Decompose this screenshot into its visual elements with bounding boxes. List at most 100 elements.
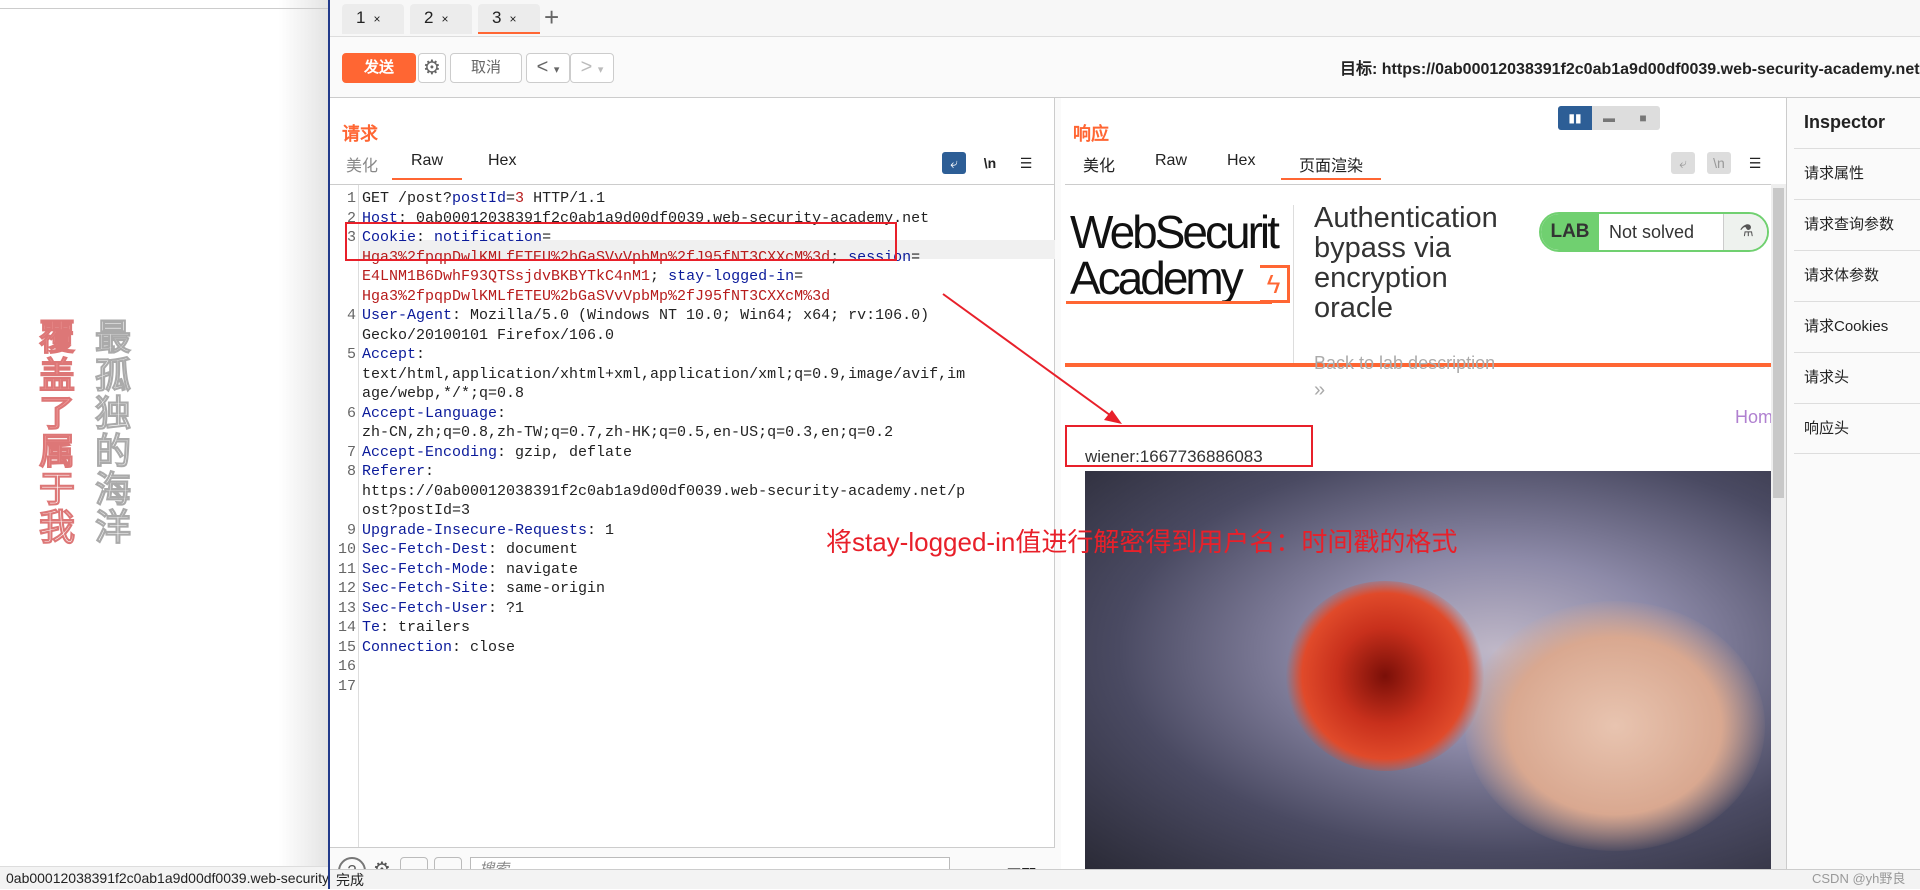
wallpaper-text-red: 覆盖了属: [34, 318, 76, 471]
back-to-lab-link[interactable]: Back to lab description: [1314, 353, 1495, 374]
line-number: 8: [346, 463, 356, 480]
request-title: 请求: [342, 124, 378, 144]
layout-side-by-side-icon[interactable]: ▮▮: [1558, 106, 1592, 130]
line-content: E4LNM1B6DwhF93QTSsjdvBKBYTkC4nM1; stay-l…: [362, 267, 803, 287]
line-number: 17: [337, 677, 356, 695]
close-icon[interactable]: ×: [373, 12, 380, 26]
desktop-background: 覆盖了属于我 最孤独的海洋 0ab00012038391f2c0ab1a9d00…: [0, 0, 328, 889]
line-number: 11: [337, 560, 356, 578]
tab-raw[interactable]: Raw: [1151, 152, 1191, 180]
inspector-item-request-attributes[interactable]: 请求属性: [1794, 148, 1920, 199]
lab-status: Not solved: [1609, 222, 1695, 242]
header-name: Referer: [362, 463, 426, 480]
tab-1[interactable]: 1 ×: [342, 4, 404, 34]
line-content: Accept-Language:: [362, 404, 506, 424]
tab-bar: 1 × 2 × 3 × +: [330, 0, 1920, 37]
tab-render[interactable]: 页面渲染: [1281, 152, 1382, 180]
layout-single-icon[interactable]: ■: [1626, 106, 1660, 130]
line-number: 10: [337, 541, 356, 558]
logo-underline: [1066, 301, 1272, 304]
text-token: :: [425, 463, 435, 480]
tab-3[interactable]: 3 ×: [478, 4, 540, 34]
close-icon[interactable]: ×: [509, 12, 516, 26]
line-content: GET /post?postId=3 HTTP/1.1: [362, 189, 605, 209]
home-link[interactable]: Hom: [1735, 407, 1771, 428]
header-name: Accept-Encoding: [362, 443, 498, 461]
lightning-icon: ϟ: [1260, 265, 1290, 303]
header-name: User-Agent: [362, 307, 453, 324]
menu-icon[interactable]: ☰: [1743, 152, 1767, 174]
response-title: 响应: [1073, 124, 1109, 144]
text-token: : 1: [587, 521, 615, 539]
newline-icon[interactable]: \n: [978, 152, 1002, 174]
inspector-item-cookies[interactable]: 请求Cookies: [1794, 301, 1920, 352]
dropdown-arrow-icon[interactable]: ▾: [554, 64, 560, 76]
inspector-item-body-params[interactable]: 请求体参数: [1794, 250, 1920, 301]
header-name: Accept-Language: [362, 404, 498, 422]
line-number: 4: [346, 307, 356, 324]
tab-hex[interactable]: Hex: [1223, 152, 1259, 180]
text-token: ost?postId=3: [362, 502, 471, 519]
wallpaper-text-2: 最孤独的海洋: [90, 318, 132, 547]
history-forward-button[interactable]: > ▾: [570, 53, 614, 83]
tab-2[interactable]: 2 ×: [410, 4, 472, 34]
text-token: zh-CN,zh;q=0.8,zh-TW;q=0.7,zh-HK;q=0.5,e…: [362, 424, 894, 441]
dropdown-arrow-icon[interactable]: ▾: [598, 64, 604, 76]
line-content: Sec-Fetch-Site: same-origin: [362, 579, 605, 599]
header-name: Upgrade-Insecure-Requests: [362, 521, 588, 539]
value-token: Hga3%2fpqpDwlKMLfETEU%2bGaSVvVpbMp%2fJ95…: [362, 287, 831, 305]
header-name: Sec-Fetch-Site: [362, 580, 489, 597]
header-name: Te: [362, 619, 381, 636]
tab-label: 3: [492, 8, 502, 27]
add-tab-button[interactable]: +: [544, 2, 559, 33]
response-panel: 响应 ▮▮ ▬ ■ 美化 Raw Hex 页面渲染 ⤶ \n ☰ WebSecu…: [1061, 98, 1787, 889]
close-icon[interactable]: ×: [441, 12, 448, 26]
wrap-icon[interactable]: ⤶: [1671, 152, 1695, 174]
inspector-item-query-params[interactable]: 请求查询参数: [1794, 199, 1920, 250]
divider: [0, 8, 328, 9]
value-token: 3: [515, 190, 525, 207]
lab-title: Authentication bypass via encryption ora…: [1314, 202, 1498, 324]
tab-hex[interactable]: Hex: [484, 152, 520, 180]
line-number: 9: [346, 521, 356, 539]
tab-raw[interactable]: Raw: [392, 152, 462, 180]
history-back-button[interactable]: < ▾: [526, 53, 570, 83]
tab-pretty[interactable]: 美化: [342, 152, 382, 180]
header-name: Sec-Fetch-Mode: [362, 560, 489, 578]
inspector-item-request-headers[interactable]: 请求头: [1794, 352, 1920, 403]
layout-stacked-icon[interactable]: ▬: [1592, 106, 1626, 130]
repeater-window: 1 × 2 × 3 × + 发送 ⚙ 取消 < ▾ > ▾ 目标: https://0…: [328, 0, 1920, 889]
settings-gear-icon[interactable]: ⚙: [418, 53, 446, 83]
cancel-button[interactable]: 取消: [450, 53, 522, 83]
target-url[interactable]: 目标: https://0ab00012038391f2c0ab1a9d00df…: [1340, 55, 1920, 79]
line-content: Referer:: [362, 462, 434, 482]
scrollbar-thumb[interactable]: [1773, 188, 1784, 498]
line-number: 13: [337, 599, 356, 617]
request-editor[interactable]: 1 GET /post?postId=3 HTTP/1.1 2 Host: 0ab00…: [330, 184, 1055, 848]
annotation-text: 将stay-logged-in值进行解密得到用户名：时间戳的格式: [826, 527, 1458, 557]
lab-status-badge: LAB Not solved ⚗: [1539, 212, 1769, 252]
inspector-item-response-headers[interactable]: 响应头: [1794, 403, 1920, 454]
line-content: text/html,application/xhtml+xml,applicat…: [362, 365, 965, 385]
wrap-icon[interactable]: ⤶: [942, 152, 966, 174]
line-number: 16: [337, 658, 356, 675]
text-token: GET /post?: [362, 190, 453, 207]
image-face: [1465, 601, 1765, 851]
tab-pretty[interactable]: 美化: [1079, 152, 1119, 180]
header-name: stay-logged-in: [668, 268, 795, 285]
header-name: Accept: [362, 346, 417, 363]
send-button[interactable]: 发送: [342, 53, 416, 83]
chevron-left-icon: <: [536, 56, 549, 78]
decrypted-user-text: wiener:1667736886083: [1085, 447, 1263, 466]
newline-icon[interactable]: \n: [1707, 152, 1731, 174]
request-panel: 请求 美化 Raw Hex ⤶ \n ☰ 1 GET /post?postId=3…: [330, 98, 1055, 889]
toolbar: 发送 ⚙ 取消 < ▾ > ▾ 目标: https://0ab000120383…: [330, 37, 1920, 98]
line-content: https://0ab00012038391f2c0ab1a9d00df0039…: [362, 482, 965, 502]
annotation-box-cookie: [345, 222, 897, 261]
text-token: age/webp,*/*;q=0.8: [362, 385, 525, 402]
line-content: age/webp,*/*;q=0.8: [362, 384, 524, 404]
line-content: zh-CN,zh;q=0.8,zh-TW;q=0.7,zh-HK;q=0.5,e…: [362, 423, 893, 443]
menu-icon[interactable]: ☰: [1014, 152, 1038, 174]
text-token: text/html,application/xhtml+xml,applicat…: [362, 365, 966, 383]
scrollbar[interactable]: [1771, 184, 1786, 869]
